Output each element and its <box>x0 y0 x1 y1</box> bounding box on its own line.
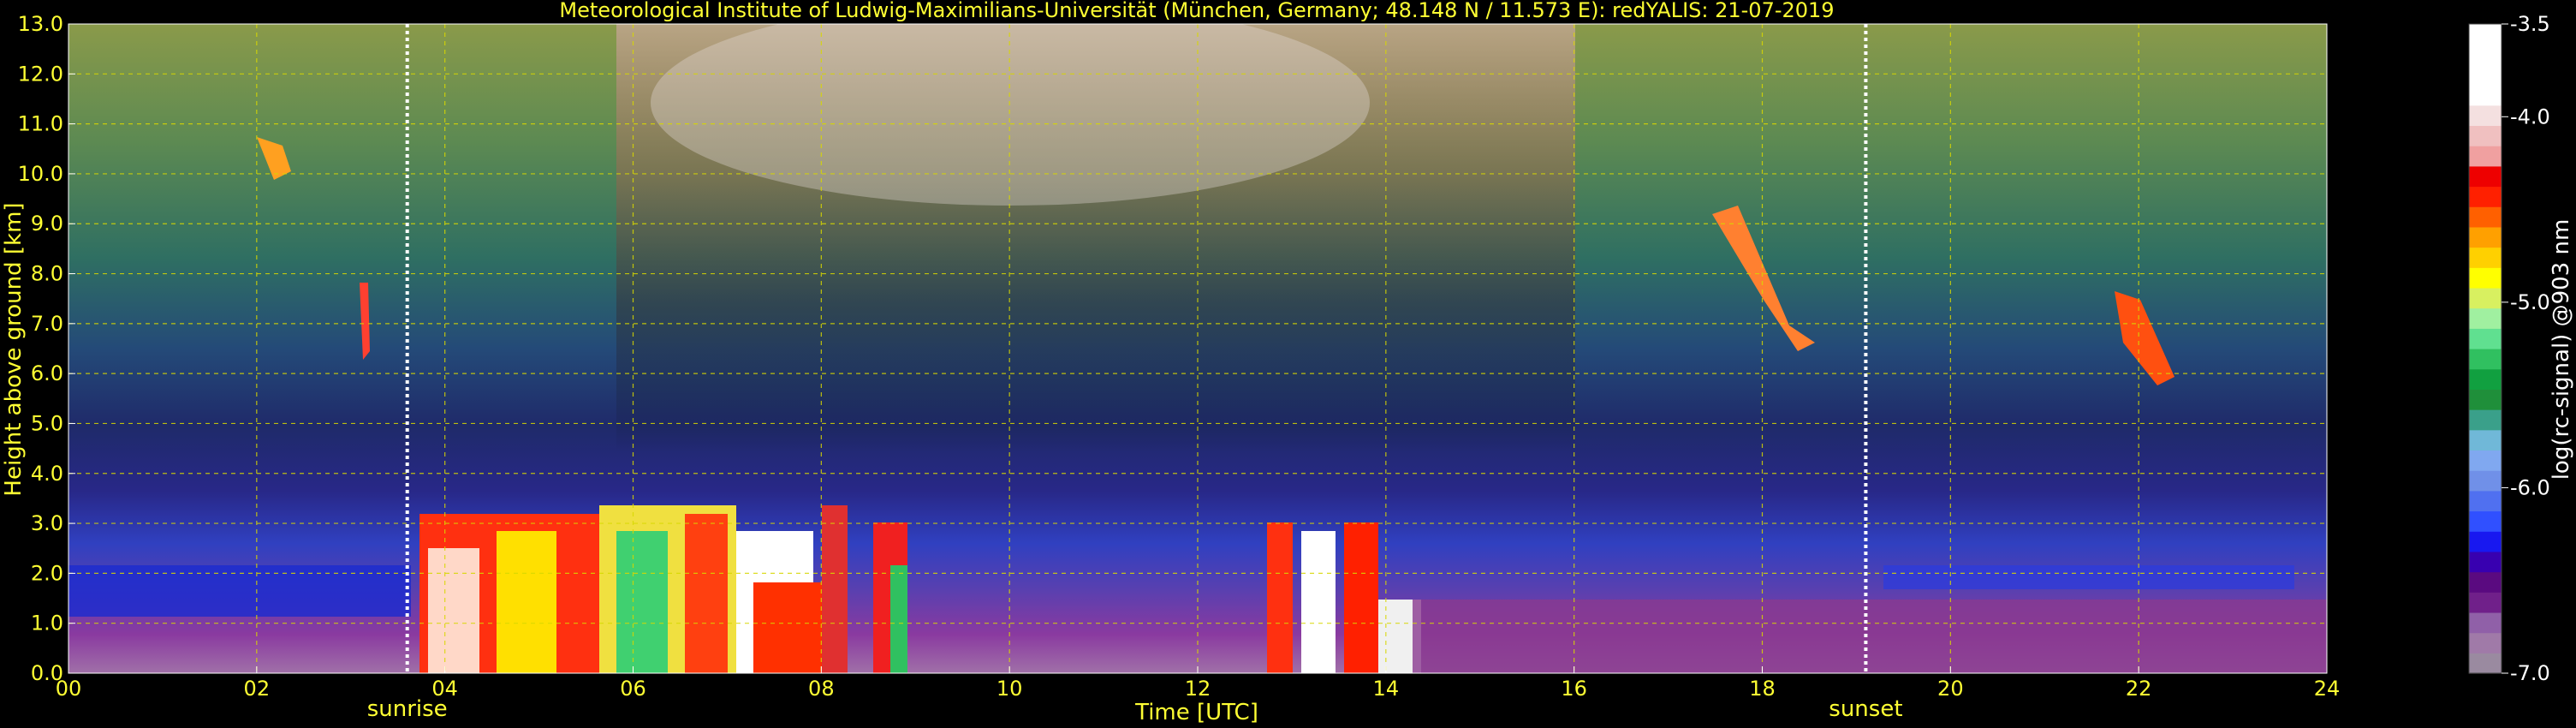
colorbar-tick-label: -6.0 <box>2510 475 2550 499</box>
colorbar-cell <box>2469 247 2502 268</box>
chart-title: Meteorological Institute of Ludwig-Maxim… <box>559 0 1834 22</box>
x-tick-label: 20 <box>1937 677 1964 701</box>
colorbar-cell <box>2469 510 2502 532</box>
colorbar-tick-label: -3.5 <box>2510 12 2550 36</box>
y-tick-label: 11.0 <box>18 112 63 136</box>
colorbar-cell <box>2469 104 2502 127</box>
colorbar-cell <box>2469 328 2502 349</box>
colorbar-cell <box>2469 571 2502 593</box>
colorbar-label: log(rc-signal) @903 nm <box>2549 219 2574 480</box>
colorbar-cells <box>2469 24 2502 674</box>
colorbar-cell <box>2469 307 2502 329</box>
colorbar-cell <box>2469 551 2502 573</box>
colorbar-cell <box>2469 409 2502 431</box>
y-tick-label: 6.0 <box>31 361 63 385</box>
colorbar-cell <box>2469 267 2502 289</box>
colorbar-cell <box>2469 24 2502 45</box>
x-tick-label: 10 <box>996 677 1023 701</box>
colorbar-cell <box>2469 146 2502 167</box>
colorbar-cell <box>2469 287 2502 309</box>
colorbar-cell <box>2469 349 2502 370</box>
sunset-label: sunset <box>1829 696 1902 722</box>
y-tick-label: 3.0 <box>31 511 63 535</box>
y-tick-label: 13.0 <box>18 12 63 36</box>
plot-area: sunrise sunset 00 02 04 06 08 10 12 14 16 18 20 22 24… <box>18 12 2341 722</box>
y-tick-label: 4.0 <box>31 462 63 486</box>
x-tick-label: 18 <box>1749 677 1776 701</box>
colorbar-cell <box>2469 44 2502 65</box>
colorbar: -3.5 -4.0 -5.0 -6.0 -7.0 log(rc-signal) @903… <box>2468 12 2574 685</box>
x-tick-label: 16 <box>1561 677 1587 701</box>
x-tick-label: 02 <box>244 677 271 701</box>
y-tick-label: 2.0 <box>31 561 63 585</box>
colorbar-cell <box>2469 389 2502 410</box>
x-tick-label: 04 <box>431 677 458 701</box>
colorbar-tick-label: -4.0 <box>2510 104 2550 128</box>
colorbar-ticks: -3.5 -4.0 -5.0 -6.0 -7.0 <box>2502 12 2550 685</box>
colorbar-cell <box>2469 125 2502 146</box>
y-tick-label: 0.0 <box>31 661 63 685</box>
colorbar-cell <box>2469 429 2502 451</box>
colorbar-cell <box>2469 490 2502 512</box>
colorbar-cell <box>2469 186 2502 207</box>
lidar-chart: sunrise sunset 00 02 04 06 08 10 12 14 16 18 20 22 24… <box>1 0 2574 725</box>
x-tick-label: 14 <box>1373 677 1400 701</box>
y-tick-label: 8.0 <box>31 262 63 286</box>
colorbar-cell <box>2469 531 2502 552</box>
colorbar-cell <box>2469 470 2502 492</box>
x-tick-label: 24 <box>2314 677 2341 701</box>
colorbar-cell <box>2469 64 2502 86</box>
colorbar-cell <box>2469 165 2502 188</box>
colorbar-tick-label: -7.0 <box>2510 661 2550 685</box>
y-tick-label: 12.0 <box>18 62 63 86</box>
colorbar-cell <box>2469 653 2502 674</box>
y-tick-label: 9.0 <box>31 212 63 236</box>
colorbar-cell <box>2469 632 2502 653</box>
y-tick-label: 7.0 <box>31 312 63 336</box>
y-tick-label: 5.0 <box>31 411 63 435</box>
colorbar-cell <box>2469 368 2502 390</box>
x-tick-label: 12 <box>1185 677 1211 701</box>
colorbar-tick-label: -5.0 <box>2510 290 2550 314</box>
colorbar-cell <box>2469 206 2502 228</box>
colorbar-cell <box>2469 450 2502 471</box>
x-axis-label: Time [UTC] <box>1134 700 1258 725</box>
x-tick-label: 08 <box>808 677 835 701</box>
colorbar-cell <box>2469 592 2502 613</box>
y-axis-label: Height above ground [km] <box>1 202 27 496</box>
colorbar-cell <box>2469 612 2502 634</box>
colorbar-cell <box>2469 226 2502 248</box>
y-tick-label: 1.0 <box>31 612 63 636</box>
colorbar-cell <box>2469 85 2502 106</box>
x-tick-label: 22 <box>2126 677 2152 701</box>
x-tick-label: 06 <box>620 677 646 701</box>
y-tick-label: 10.0 <box>18 162 63 186</box>
